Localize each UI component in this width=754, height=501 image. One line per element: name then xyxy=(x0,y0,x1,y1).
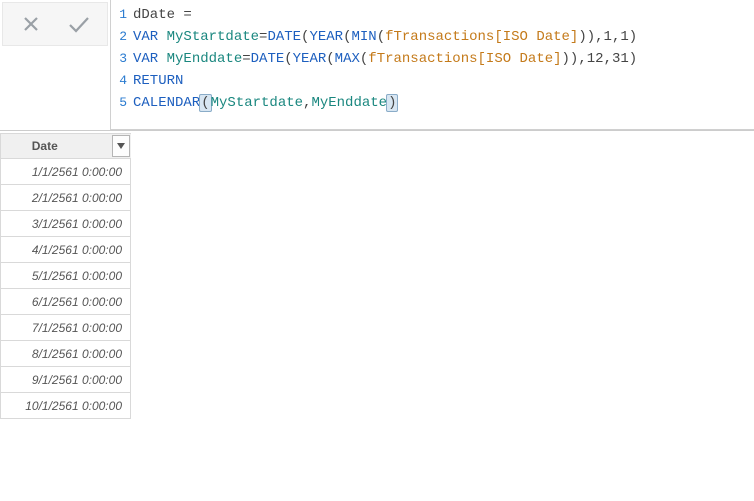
table-row[interactable]: 5/1/2561 0:00:00 xyxy=(1,263,131,289)
code-content: VAR MyStartdate=DATE(YEAR(MIN(fTransacti… xyxy=(133,26,637,48)
chevron-down-icon xyxy=(117,143,125,149)
table-row[interactable]: 3/1/2561 0:00:00 xyxy=(1,211,131,237)
formula-editor[interactable]: 1dDate =2VAR MyStartdate=DATE(YEAR(MIN(f… xyxy=(110,0,754,130)
line-number: 5 xyxy=(111,92,133,114)
line-number: 2 xyxy=(111,26,133,48)
code-content: VAR MyEnddate=DATE(YEAR(MAX(fTransaction… xyxy=(133,48,637,70)
cell-date[interactable]: 5/1/2561 0:00:00 xyxy=(1,263,131,289)
line-number: 1 xyxy=(111,4,133,26)
column-header-date[interactable]: Date xyxy=(1,134,131,159)
column-filter-button[interactable] xyxy=(112,135,130,157)
cell-date[interactable]: 3/1/2561 0:00:00 xyxy=(1,211,131,237)
table-row[interactable]: 10/1/2561 0:00:00 xyxy=(1,393,131,419)
table-row[interactable]: 4/1/2561 0:00:00 xyxy=(1,237,131,263)
code-line: 4RETURN xyxy=(111,70,748,92)
table-row[interactable]: 1/1/2561 0:00:00 xyxy=(1,159,131,185)
cell-date[interactable]: 8/1/2561 0:00:00 xyxy=(1,341,131,367)
cell-date[interactable]: 10/1/2561 0:00:00 xyxy=(1,393,131,419)
commit-button[interactable] xyxy=(55,7,103,41)
table-row[interactable]: 6/1/2561 0:00:00 xyxy=(1,289,131,315)
cell-date[interactable]: 9/1/2561 0:00:00 xyxy=(1,367,131,393)
line-number: 3 xyxy=(111,48,133,70)
code-content: CALENDAR(MyStartdate,MyEnddate) xyxy=(133,92,397,114)
cell-date[interactable]: 6/1/2561 0:00:00 xyxy=(1,289,131,315)
code-content: RETURN xyxy=(133,70,183,92)
column-header-label: Date xyxy=(1,139,111,153)
line-number: 4 xyxy=(111,70,133,92)
code-line: 5CALENDAR(MyStartdate,MyEnddate) xyxy=(111,92,748,114)
cell-date[interactable]: 1/1/2561 0:00:00 xyxy=(1,159,131,185)
formula-actions xyxy=(2,2,108,46)
cell-date[interactable]: 4/1/2561 0:00:00 xyxy=(1,237,131,263)
code-content: dDate = xyxy=(133,4,192,26)
check-icon xyxy=(67,14,91,34)
table-row[interactable]: 9/1/2561 0:00:00 xyxy=(1,367,131,393)
close-icon xyxy=(21,14,41,34)
formula-bar: 1dDate =2VAR MyStartdate=DATE(YEAR(MIN(f… xyxy=(0,0,754,131)
table-row[interactable]: 2/1/2561 0:00:00 xyxy=(1,185,131,211)
cell-date[interactable]: 2/1/2561 0:00:00 xyxy=(1,185,131,211)
code-line: 3VAR MyEnddate=DATE(YEAR(MAX(fTransactio… xyxy=(111,48,748,70)
code-line: 1dDate = xyxy=(111,4,748,26)
table-row[interactable]: 7/1/2561 0:00:00 xyxy=(1,315,131,341)
cell-date[interactable]: 7/1/2561 0:00:00 xyxy=(1,315,131,341)
data-grid: Date 1/1/2561 0:00:002/1/2561 0:00:003/1… xyxy=(0,133,131,419)
cancel-button[interactable] xyxy=(7,7,55,41)
code-line: 2VAR MyStartdate=DATE(YEAR(MIN(fTransact… xyxy=(111,26,748,48)
table-row[interactable]: 8/1/2561 0:00:00 xyxy=(1,341,131,367)
